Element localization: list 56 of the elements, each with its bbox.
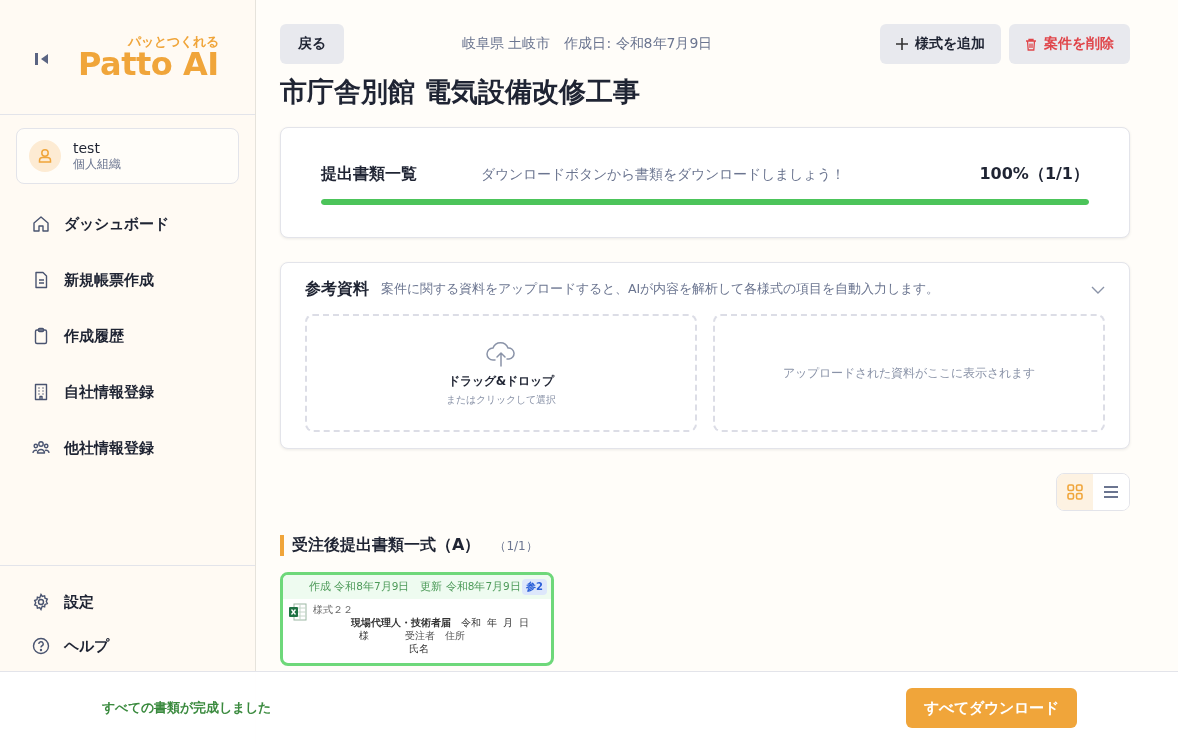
addressee-label: 様	[359, 629, 369, 642]
upload-title: ドラッグ&ドロップ	[447, 373, 555, 390]
contractor-label: 受注者 住所	[405, 629, 465, 642]
trash-icon	[1025, 37, 1037, 51]
plus-icon	[896, 38, 908, 50]
section-title: 受注後提出書類一式（A）	[292, 535, 481, 556]
list-icon	[1103, 485, 1119, 499]
document-title: 現場代理人・技術者届	[351, 616, 451, 629]
date-label: 月	[503, 616, 513, 629]
reference-title: 参考資料	[305, 279, 369, 300]
user-icon	[29, 140, 61, 172]
document-icon	[32, 271, 50, 289]
progress-reading: 100%（1/1）	[979, 164, 1089, 185]
logo: パッとつくれる Patto AI	[78, 34, 219, 80]
building-icon	[32, 383, 50, 401]
upload-cloud-icon	[486, 339, 516, 367]
upload-hint: またはクリックして選択	[446, 393, 556, 407]
nav-item[interactable]: 作成履歴	[0, 308, 255, 364]
progress-message: ダウンロードボタンから書類をダウンロードしましょう！	[481, 165, 845, 184]
date-label: 年	[487, 616, 497, 629]
nav-item[interactable]: ヘルプ	[0, 624, 255, 668]
nav-item[interactable]: 新規帳票作成	[0, 252, 255, 308]
clipboard-icon	[32, 327, 50, 345]
collapse-icon[interactable]	[34, 51, 50, 66]
nav-item[interactable]: ダッシュボード	[0, 196, 255, 252]
created-date: 作成日: 令和8年7月9日	[564, 35, 713, 53]
account-card[interactable]: test 個人組織	[16, 128, 239, 184]
location-text: 岐阜県 土岐市	[462, 35, 551, 53]
home-icon	[32, 215, 50, 233]
grid-icon	[1067, 484, 1083, 500]
date-label: 令和	[461, 616, 481, 629]
account-name: test	[73, 139, 101, 156]
add-form-button[interactable]: 様式を追加	[880, 24, 1001, 64]
organization-name: 個人組織	[73, 155, 121, 173]
people-icon	[32, 439, 50, 457]
project-title: 市庁舎別館 電気設備改修工事	[280, 75, 642, 109]
reference-badge: 参2	[522, 579, 547, 595]
date-label: 日	[519, 616, 529, 629]
chevron-icon[interactable]	[1091, 285, 1105, 294]
settings-icon	[32, 593, 50, 611]
upload-area[interactable]: ドラッグ&ドロップ またはクリックして選択	[305, 314, 697, 432]
back-button[interactable]: 戻る	[280, 24, 344, 64]
form-number: 様式２２	[313, 603, 353, 616]
reference-description: 案件に関する資料をアップロードすると、AIが内容を解析して各様式の項目を自動入力します。	[381, 281, 940, 298]
progress-title: 提出書類一覧	[321, 164, 417, 185]
nav-item[interactable]: 自社情報登録	[0, 364, 255, 420]
spreadsheet-icon	[289, 603, 307, 621]
help-icon	[32, 637, 50, 655]
empty-message: アップロードされた資料がここに表示されます	[783, 364, 1035, 382]
nav-item[interactable]: 他社情報登録	[0, 420, 255, 476]
document-card[interactable]: 作成 令和8年7月9日 更新 令和8年7月9日 参2 様式２２ 現場代理人・技術者届 令和 年 月 日 様 受注者 住所 氏名	[280, 572, 554, 666]
name-label: 氏名	[409, 642, 429, 655]
nav-item[interactable]: 設定	[0, 580, 255, 624]
document-dates: 作成 令和8年7月9日 更新 令和8年7月9日	[309, 580, 521, 594]
section-count: （1/1）	[494, 538, 538, 555]
status-message: すべての書類が完成しました	[102, 699, 271, 717]
